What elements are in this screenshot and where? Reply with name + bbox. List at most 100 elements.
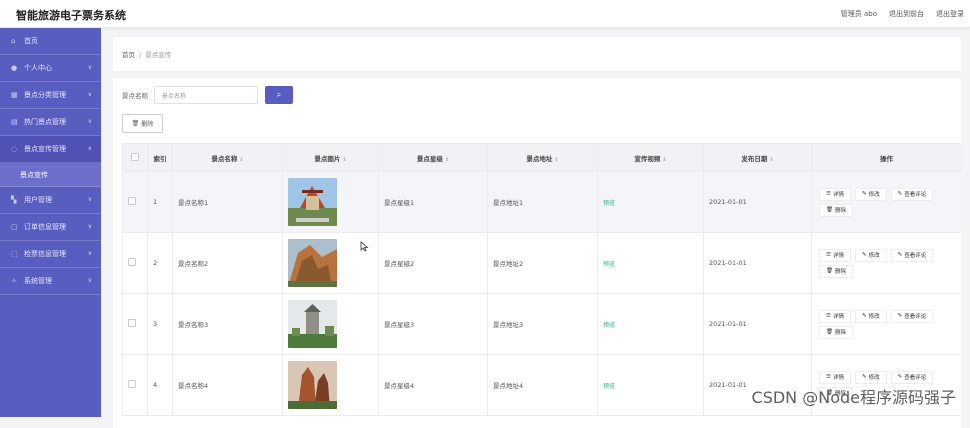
edit-button[interactable]: ✎修改 bbox=[855, 310, 887, 323]
edit-button[interactable]: ✎修改 bbox=[855, 371, 887, 384]
sidebar-item-ticket-check[interactable]: ⬚检票信息管理∨ bbox=[0, 241, 101, 268]
sidebar-item-home[interactable]: ⌂首页 bbox=[0, 28, 101, 55]
table-row[interactable]: 1景点名称1景点星级1景点地址1预览2021-01-01☰详情✎修改✎查看评论🗑… bbox=[123, 172, 962, 233]
detail-button[interactable]: ☰详情 bbox=[819, 249, 851, 262]
chevron-down-icon: ∨ bbox=[88, 118, 92, 125]
sort-icon[interactable]: ⇕ bbox=[445, 157, 449, 163]
circle-icon: ◌ bbox=[11, 145, 20, 153]
logout-link[interactable]: 退出登录 bbox=[936, 9, 964, 19]
view-comments-button[interactable]: ✎查看评论 bbox=[891, 188, 934, 201]
search-input[interactable]: 景点名称 bbox=[154, 86, 258, 104]
sort-icon[interactable]: ⇕ bbox=[239, 157, 243, 163]
sidebar-item-orders[interactable]: ▢订单信息管理∨ bbox=[0, 214, 101, 241]
sidebar-item-hot-spots[interactable]: ▤热门景点管理∨ bbox=[0, 109, 101, 136]
search-bar: 景点名称 景点名称 ⌕ bbox=[122, 86, 293, 104]
detail-button[interactable]: ☰详情 bbox=[819, 188, 851, 201]
breadcrumb-home[interactable]: 首页 bbox=[122, 51, 135, 59]
row-checkbox[interactable] bbox=[128, 380, 136, 388]
cell-image bbox=[283, 294, 379, 355]
cell-date: 2021-01-01 bbox=[704, 172, 812, 233]
list-icon: ☰ bbox=[826, 252, 831, 258]
sidebar-item-promotion[interactable]: ◌ 景点宣传管理 ∧ bbox=[0, 136, 101, 163]
chevron-down-icon: ∨ bbox=[88, 277, 92, 284]
cell-video: 预览 bbox=[598, 233, 704, 294]
row-delete-button[interactable]: 🗑删除 bbox=[819, 204, 853, 217]
header-index: 索引 bbox=[148, 144, 173, 172]
row-select-cell[interactable] bbox=[123, 294, 148, 355]
table-row[interactable]: 3景点名称3景点星级3景点地址3预览2021-01-01☰详情✎修改✎查看评论🗑… bbox=[123, 294, 962, 355]
cell-level: 景点星级4 bbox=[379, 355, 488, 416]
exit-to-frontend-link[interactable]: 退出到前台 bbox=[889, 9, 924, 19]
row-checkbox[interactable] bbox=[128, 258, 136, 266]
trash-icon: 🗑 bbox=[132, 120, 140, 127]
sort-icon[interactable]: ⇕ bbox=[554, 157, 558, 163]
spot-thumbnail-image[interactable] bbox=[288, 178, 337, 226]
video-preview-link[interactable]: 预览 bbox=[603, 322, 615, 329]
row-select-cell[interactable] bbox=[123, 355, 148, 416]
row-delete-button[interactable]: 🗑删除 bbox=[819, 265, 853, 278]
action-buttons: ☰详情 ✎修改 ✎查看评论 🗑删除 bbox=[817, 310, 961, 339]
row-select-cell[interactable] bbox=[123, 233, 148, 294]
header-level-label: 景点星级 bbox=[417, 155, 443, 163]
sidebar-item-category[interactable]: ▦景点分类管理∨ bbox=[0, 82, 101, 109]
spot-thumbnail-image[interactable] bbox=[288, 300, 337, 348]
row-checkbox[interactable] bbox=[128, 197, 136, 205]
edit-button[interactable]: ✎修改 bbox=[855, 188, 887, 201]
pencil-icon: ✎ bbox=[898, 191, 903, 197]
spot-thumbnail-image[interactable] bbox=[288, 361, 337, 409]
batch-delete-button[interactable]: 🗑删除 bbox=[122, 114, 163, 133]
sidebar-subitem-promotion[interactable]: 景点宣传 bbox=[0, 163, 101, 187]
pencil-icon: ✎ bbox=[898, 252, 903, 258]
sidebar-item-label: 景点宣传管理 bbox=[24, 144, 66, 154]
header-name[interactable]: 景点名称⇕ bbox=[173, 144, 283, 172]
video-preview-link[interactable]: 预览 bbox=[603, 261, 615, 268]
video-preview-link[interactable]: 预览 bbox=[603, 200, 615, 207]
detail-button[interactable]: ☰详情 bbox=[819, 371, 851, 384]
header-address[interactable]: 景点地址⇕ bbox=[488, 144, 598, 172]
search-button[interactable]: ⌕ bbox=[265, 86, 293, 104]
view-comments-button[interactable]: ✎查看评论 bbox=[891, 249, 934, 262]
list-icon: ☰ bbox=[826, 313, 831, 319]
breadcrumb-separator: / bbox=[139, 51, 141, 59]
view-comments-button[interactable]: ✎查看评论 bbox=[891, 371, 934, 384]
sidebar-item-personal-center[interactable]: ●个人中心∨ bbox=[0, 55, 101, 82]
pencil-icon: ✎ bbox=[898, 374, 903, 380]
header-video[interactable]: 宣传视频⇕ bbox=[598, 144, 704, 172]
detail-label: 详情 bbox=[833, 312, 844, 320]
sidebar-item-users[interactable]: ▚用户管理∨ bbox=[0, 187, 101, 214]
header-level[interactable]: 景点星级⇕ bbox=[379, 144, 488, 172]
row-delete-label: 删除 bbox=[835, 267, 846, 275]
header-date[interactable]: 发布日期⇕ bbox=[704, 144, 812, 172]
edit-button[interactable]: ✎修改 bbox=[855, 249, 887, 262]
header-address-label: 景点地址 bbox=[526, 155, 552, 163]
view-comments-button[interactable]: ✎查看评论 bbox=[891, 310, 934, 323]
sidebar-item-label: 个人中心 bbox=[24, 63, 52, 73]
list-icon: ☰ bbox=[826, 191, 831, 197]
detail-button[interactable]: ☰详情 bbox=[819, 310, 851, 323]
header-name-label: 景点名称 bbox=[211, 155, 237, 163]
select-all-header[interactable] bbox=[123, 144, 148, 172]
sort-icon[interactable]: ⇕ bbox=[769, 157, 773, 163]
cell-name: 景点名称2 bbox=[173, 233, 283, 294]
chevron-up-icon: ∧ bbox=[88, 145, 92, 152]
row-checkbox[interactable] bbox=[128, 319, 136, 327]
sort-icon[interactable]: ⇕ bbox=[662, 157, 666, 163]
header-date-label: 发布日期 bbox=[741, 155, 767, 163]
video-preview-link[interactable]: 预览 bbox=[603, 383, 615, 390]
row-select-cell[interactable] bbox=[123, 172, 148, 233]
cell-image bbox=[283, 172, 379, 233]
chevron-down-icon: ∨ bbox=[88, 223, 92, 230]
table-row[interactable]: 2景点名称2景点星级2景点地址2预览2021-01-01☰详情✎修改✎查看评论🗑… bbox=[123, 233, 962, 294]
sidebar-item-system[interactable]: ✧系统管理∨ bbox=[0, 268, 101, 295]
pencil-icon: ✎ bbox=[862, 252, 867, 258]
spot-thumbnail-image[interactable] bbox=[288, 239, 337, 287]
header-image[interactable]: 景点图片⇕ bbox=[283, 144, 379, 172]
comments-label: 查看评论 bbox=[904, 190, 926, 198]
row-delete-button[interactable]: 🗑删除 bbox=[819, 326, 853, 339]
cell-address: 景点地址4 bbox=[488, 355, 598, 416]
sort-icon[interactable]: ⇕ bbox=[342, 157, 346, 163]
sidebar-item-label: 检票信息管理 bbox=[24, 249, 66, 259]
pencil-icon: ✎ bbox=[862, 374, 867, 380]
select-all-checkbox[interactable] bbox=[131, 153, 139, 161]
admin-user-label[interactable]: 管理员 abo bbox=[841, 9, 877, 19]
